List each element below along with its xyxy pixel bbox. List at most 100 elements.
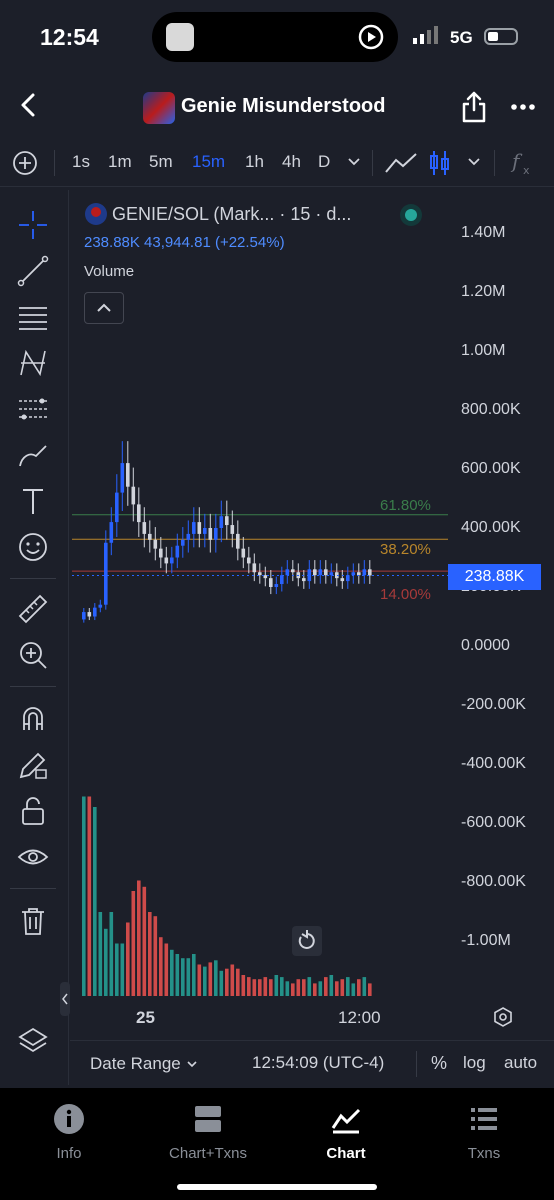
candle-body	[197, 522, 202, 534]
forecast-tool[interactable]	[16, 392, 50, 426]
legend-title: GENIE/SOL (Mark... · 15 · d...	[112, 204, 352, 224]
candle-body	[82, 612, 86, 620]
chart-txns-icon	[195, 1106, 221, 1132]
emoji-tool[interactable]	[16, 530, 50, 564]
interval-15m[interactable]: 15m	[192, 152, 225, 172]
interval-1s[interactable]: 1s	[72, 152, 90, 172]
candle-body	[263, 575, 268, 579]
volume-bar	[109, 912, 114, 996]
volume-bar	[219, 970, 224, 996]
nav-chart[interactable]: Chart	[296, 1102, 396, 1162]
layers-tool[interactable]	[16, 1024, 50, 1058]
legend-values: 238.88K 43,944.81 (+22.54%)	[84, 234, 285, 251]
chevron-down-icon	[187, 1061, 198, 1068]
candle-body	[225, 516, 229, 526]
volume-bar	[335, 981, 339, 996]
chart-icon	[331, 1108, 361, 1134]
interval-1m[interactable]: 1m	[108, 152, 132, 172]
candle-body	[98, 604, 103, 608]
nav-label: Info	[56, 1145, 82, 1162]
page-title: Genie Misunderstood	[181, 95, 386, 117]
chart-area[interactable]: GENIE/SOL (Mark... · 15 · d... 238.88K 4…	[70, 190, 554, 1000]
candle-body	[241, 548, 246, 558]
volume-bar	[153, 916, 158, 996]
candle-body	[362, 569, 367, 576]
volume-bar	[159, 937, 163, 996]
legend-volume: Volume	[84, 263, 135, 280]
auto-scale-toggle[interactable]: auto	[504, 1053, 537, 1073]
lock-drawing-tool[interactable]	[16, 748, 50, 782]
indicators-fx-icon[interactable]: f x	[510, 148, 536, 178]
nav-info[interactable]: Info	[19, 1102, 119, 1162]
status-time: 12:54	[40, 24, 99, 50]
delete-tool[interactable]	[16, 904, 50, 938]
dynamic-island	[152, 12, 398, 62]
volume-bar	[126, 922, 130, 996]
zoom-tool[interactable]	[16, 638, 50, 672]
fib-label-618: 61.80%	[380, 497, 431, 514]
crosshair-tool[interactable]	[16, 208, 50, 242]
log-scale-toggle[interactable]: log	[463, 1053, 486, 1073]
share-icon[interactable]	[460, 90, 488, 124]
pattern-icon	[20, 349, 46, 377]
legend-collapse-button[interactable]	[84, 292, 124, 324]
volume-bar	[368, 983, 372, 996]
volume-bar	[170, 949, 174, 996]
volume-bar	[120, 943, 125, 996]
tools-divider	[10, 578, 56, 579]
ruler-icon	[18, 594, 48, 624]
candle-body	[346, 575, 350, 582]
volume-bar	[362, 977, 367, 996]
nav-txns[interactable]: Txns	[434, 1102, 534, 1162]
interval-d[interactable]: D	[318, 152, 330, 172]
chart-settings-icon[interactable]	[492, 1006, 514, 1028]
fib-tool[interactable]	[16, 300, 50, 334]
candle-body	[357, 572, 361, 576]
trend-line-tool[interactable]	[16, 254, 50, 288]
nav-chart-txns[interactable]: Chart+Txns	[158, 1102, 258, 1162]
candle-body	[329, 572, 334, 576]
percent-scale-toggle[interactable]: %	[431, 1053, 447, 1074]
volume-bar	[203, 966, 207, 996]
volume-bar	[329, 975, 334, 996]
y-axis-label: 1.20M	[461, 283, 506, 300]
pattern-tool[interactable]	[16, 346, 50, 380]
candles-icon[interactable]	[428, 148, 452, 178]
interval-5m[interactable]: 5m	[149, 152, 173, 172]
interval-4h[interactable]: 4h	[282, 152, 301, 172]
magnet-tool[interactable]	[16, 702, 50, 736]
candle-body	[368, 569, 372, 576]
back-icon[interactable]	[14, 90, 44, 120]
interval-1h[interactable]: 1h	[245, 152, 264, 172]
chevron-down-icon[interactable]	[346, 156, 362, 168]
candle-body	[87, 612, 92, 617]
measure-tool[interactable]	[16, 592, 50, 626]
brush-tool[interactable]	[16, 438, 50, 472]
candle-body	[181, 539, 185, 546]
timezone-time[interactable]: 12:54:09 (UTC-4)	[252, 1053, 384, 1073]
reset-chart-button[interactable]	[292, 926, 322, 956]
more-icon[interactable]	[510, 94, 536, 120]
volume-bar	[351, 983, 356, 996]
volume-bar	[225, 968, 229, 996]
panel-collapse-handle[interactable]	[60, 982, 70, 1016]
line-chart-icon[interactable]	[384, 150, 418, 176]
candle-body	[230, 525, 235, 534]
candle-body	[340, 578, 345, 582]
volume-bar	[98, 912, 103, 996]
magnet-icon	[23, 707, 43, 730]
add-indicator-icon[interactable]	[12, 150, 38, 176]
lock-tool[interactable]	[16, 794, 50, 828]
home-indicator	[177, 1184, 377, 1190]
chevron-down-icon[interactable]	[466, 156, 482, 168]
text-tool[interactable]	[16, 484, 50, 518]
volume-bar	[296, 979, 301, 996]
visibility-tool[interactable]	[16, 840, 50, 874]
candle-body	[120, 463, 125, 493]
volume-bar	[236, 968, 240, 996]
tools-divider	[10, 888, 56, 889]
x-axis-label: 25	[136, 1008, 155, 1027]
volume-bar	[181, 958, 185, 996]
trash-icon	[22, 908, 44, 935]
date-range-button[interactable]: Date Range	[90, 1054, 199, 1074]
